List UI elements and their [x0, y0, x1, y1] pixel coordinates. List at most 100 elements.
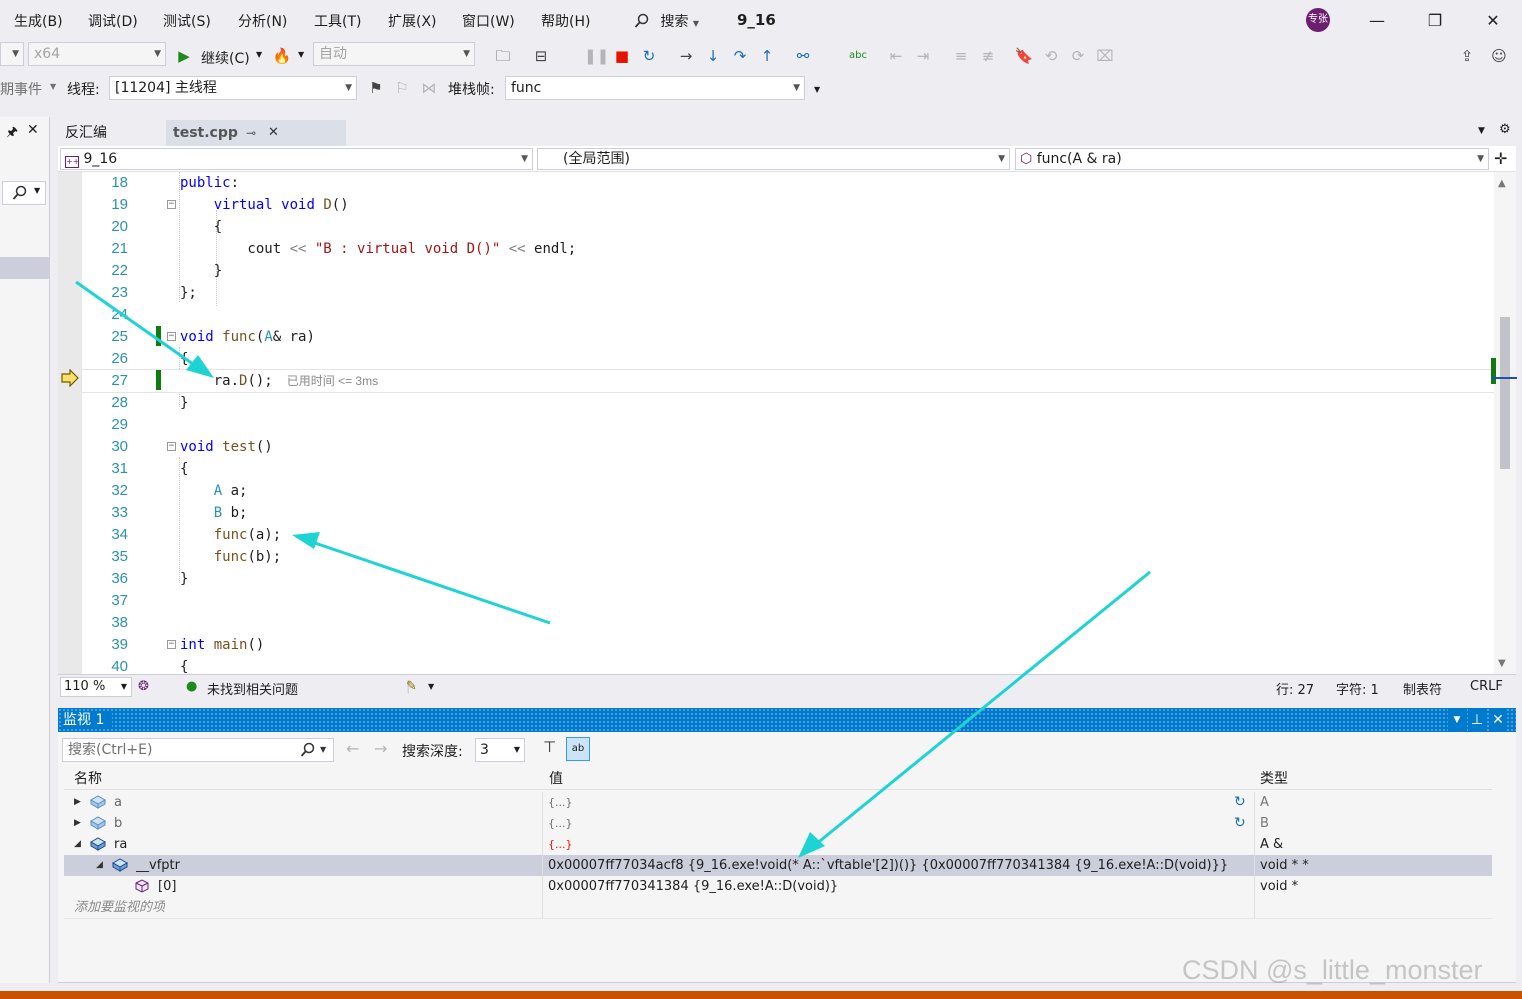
spell-check-icon[interactable]: abc: [847, 45, 869, 67]
fold-toggle[interactable]: −: [167, 640, 176, 649]
search-menu[interactable]: 搜索 ▼: [634, 11, 699, 31]
col-header-type[interactable]: 类型: [1260, 768, 1288, 788]
continue-button[interactable]: 继续(C): [201, 48, 250, 68]
add-watch-placeholder[interactable]: 添加要监视的项: [74, 897, 165, 918]
toolbar-overflow-icon[interactable]: ▼: [814, 85, 820, 94]
tab-test-cpp[interactable]: test.cpp ⊸ ✕: [166, 120, 346, 146]
uncomment-icon[interactable]: ≢: [977, 45, 999, 67]
config-combo[interactable]: ▼: [0, 42, 24, 66]
elapsed-time-hint[interactable]: 已用时间 <= 3ms: [287, 374, 378, 388]
menu-debug[interactable]: 调试(D): [88, 11, 138, 31]
scroll-down-icon[interactable]: ▼: [1498, 658, 1506, 669]
next-bookmark-icon[interactable]: ⟳: [1067, 45, 1089, 67]
intellicode-icon[interactable]: ❂: [138, 679, 149, 694]
hex-display-icon[interactable]: ⚯: [792, 45, 814, 67]
chevron-down-icon[interactable]: ▼: [320, 739, 326, 761]
scroll-thumb[interactable]: [1500, 317, 1510, 469]
platform-combo[interactable]: x64 ▼: [28, 42, 166, 66]
avatar[interactable]: 专张: [1306, 8, 1330, 32]
pin-icon[interactable]: 🖈: [6, 123, 18, 145]
comment-icon[interactable]: ≡: [950, 45, 972, 67]
fold-toggle[interactable]: −: [167, 332, 176, 341]
search-forward-icon[interactable]: →: [374, 739, 387, 758]
scope-combo[interactable]: (全局范围) ▼: [537, 148, 1010, 170]
feedback-icon[interactable]: ☺: [1488, 45, 1510, 67]
watch-search-input[interactable]: 搜索(Ctrl+E) ▼: [62, 738, 334, 762]
line-indicator[interactable]: 行: 27: [1276, 679, 1314, 698]
glyph-margin[interactable]: [58, 172, 82, 674]
menu-analyze[interactable]: 分析(N): [238, 11, 287, 31]
line-ending-indicator[interactable]: CRLF: [1470, 679, 1503, 694]
search-back-icon[interactable]: ←: [346, 739, 359, 758]
hex-ab-icon[interactable]: ab: [566, 737, 590, 761]
menu-extensions[interactable]: 扩展(X): [388, 11, 437, 31]
fold-toggle[interactable]: −: [167, 442, 176, 451]
auto-combo[interactable]: 自动 ▼: [313, 42, 475, 66]
pause-icon[interactable]: ❚❚: [584, 45, 609, 67]
code-editor[interactable]: 18 public: 19 − virtual void D() 20 { 21 c…: [58, 172, 1494, 674]
lifecycle-events-button[interactable]: 期事件: [0, 79, 42, 99]
menu-tools[interactable]: 工具(T): [314, 11, 361, 31]
search-depth-combo[interactable]: 3 ▼: [475, 738, 525, 762]
thread-combo[interactable]: [11204] 主线程 ▼: [109, 76, 357, 100]
restart-icon[interactable]: ↻: [638, 45, 660, 67]
chevron-down-icon[interactable]: ▼: [428, 682, 434, 691]
scroll-up-icon[interactable]: ▲: [1498, 178, 1506, 189]
expand-arrow-icon[interactable]: ▶: [74, 792, 81, 813]
window-menu-icon[interactable]: ▼: [1448, 708, 1466, 732]
code-cleanup-icon[interactable]: ✎: [406, 679, 417, 694]
bookmark-icon[interactable]: 🔖: [1013, 45, 1035, 67]
play-icon[interactable]: ▶: [173, 45, 195, 67]
step-into-icon[interactable]: ↓: [702, 45, 724, 67]
member-combo[interactable]: ⬡ func(A & ra) ▼: [1015, 148, 1489, 170]
close-tab-icon[interactable]: ✕: [268, 120, 279, 146]
zoom-combo[interactable]: 110 % ▼: [60, 677, 132, 697]
watch-row-vfptr-0[interactable]: [0] 0x00007ff770341384 {9_16.exe!A::D(vo…: [64, 876, 1492, 897]
watch-row-vfptr[interactable]: ◢ __vfptr 0x00007ff77034acf8 {9_16.exe!v…: [64, 855, 1492, 876]
hot-reload-icon[interactable]: 🔥: [271, 45, 293, 67]
menu-help[interactable]: 帮助(H): [541, 11, 590, 31]
watch-row-ra[interactable]: ◢ ra {...} A &: [64, 834, 1492, 855]
close-icon[interactable]: ✕: [1489, 708, 1507, 732]
tab-disassembly[interactable]: 反汇编: [58, 120, 166, 146]
outdent-icon[interactable]: ⇥: [912, 45, 934, 67]
split-editor-icon[interactable]: ✛: [1494, 149, 1507, 168]
watch-row-b[interactable]: ▶ b {...} ↻ B: [64, 813, 1492, 834]
collapse-arrow-icon[interactable]: ◢: [96, 855, 103, 876]
close-window-button[interactable]: ✕: [1478, 8, 1508, 34]
fold-toggle[interactable]: −: [167, 200, 176, 209]
tab-list-dropdown-icon[interactable]: ▼: [1478, 126, 1485, 136]
issues-status[interactable]: 未找到相关问题: [207, 679, 298, 698]
solution-search-box[interactable]: ▼: [2, 181, 46, 205]
clear-bookmarks-icon[interactable]: ⌧: [1094, 45, 1116, 67]
share-icon[interactable]: ⇪: [1456, 45, 1478, 67]
step-out-icon[interactable]: ↑: [756, 45, 778, 67]
stack-frame-icon[interactable]: ⊟: [530, 45, 552, 67]
gear-icon[interactable]: ⚙: [1499, 122, 1511, 137]
pin-tab-icon[interactable]: ⊸: [246, 120, 256, 146]
menu-window[interactable]: 窗口(W): [462, 11, 515, 31]
col-header-name[interactable]: 名称: [74, 768, 102, 788]
flag-icon[interactable]: ⚑: [365, 77, 387, 99]
project-combo[interactable]: ++ 9_16 ▼: [60, 148, 533, 170]
editor-vertical-scrollbar[interactable]: ▲ ▼: [1491, 172, 1517, 674]
flag-threads-icon[interactable]: ⚐: [391, 77, 413, 99]
expand-arrow-icon[interactable]: ▶: [74, 813, 81, 834]
solution-selected-item[interactable]: [0, 257, 49, 279]
char-indicator[interactable]: 字符: 1: [1336, 679, 1379, 698]
chevron-down-icon[interactable]: ▼: [298, 50, 304, 59]
minimize-button[interactable]: —: [1362, 8, 1392, 34]
step-over-icon[interactable]: ↷: [729, 45, 751, 67]
refresh-icon[interactable]: ↻: [1234, 813, 1246, 834]
collapse-arrow-icon[interactable]: ◢: [74, 834, 81, 855]
col-header-value[interactable]: 值: [549, 768, 563, 788]
tabs-indicator[interactable]: 制表符: [1403, 679, 1442, 698]
prev-bookmark-icon[interactable]: ⟲: [1040, 45, 1062, 67]
refresh-icon[interactable]: ↻: [1234, 792, 1246, 813]
folder-icon[interactable]: 🗀: [492, 45, 514, 67]
stop-icon[interactable]: ■: [611, 45, 633, 67]
chevron-down-icon[interactable]: ▼: [256, 50, 262, 59]
watch-row-a[interactable]: ▶ a {...} ↻ A: [64, 792, 1492, 813]
thread-filter-icon[interactable]: ⋈: [418, 77, 440, 99]
stack-frame-combo[interactable]: func ▼: [505, 76, 805, 100]
